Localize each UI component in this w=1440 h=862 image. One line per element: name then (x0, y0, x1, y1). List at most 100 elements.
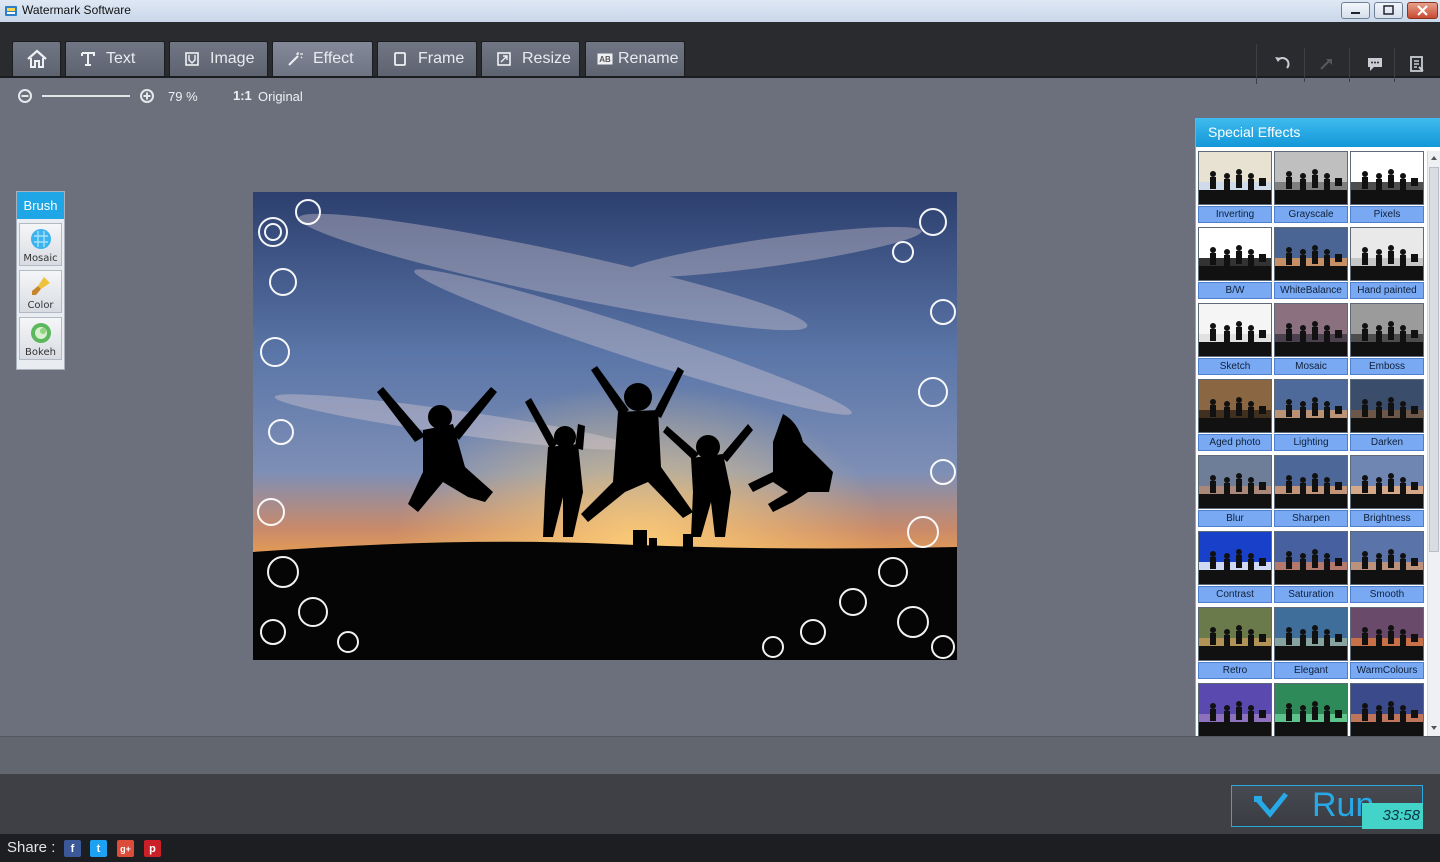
tab-rename[interactable]: AB Rename (585, 41, 685, 76)
app-icon (5, 6, 17, 16)
effect-thumbnail (1198, 607, 1272, 661)
effect-item[interactable] (1274, 683, 1348, 736)
check-icon (1254, 792, 1288, 818)
effect-thumbnail (1198, 455, 1272, 509)
effect-thumbnail (1350, 607, 1424, 661)
magic-wand-icon (288, 52, 303, 66)
effect-item[interactable]: Retro (1198, 607, 1272, 679)
home-icon (26, 49, 47, 68)
twitter-icon[interactable]: t (90, 840, 107, 857)
tab-frame[interactable]: Frame (377, 41, 477, 76)
effect-thumbnail (1198, 303, 1272, 357)
tab-effect[interactable]: Effect (272, 41, 373, 76)
maximize-button[interactable] (1374, 2, 1403, 19)
effect-item[interactable]: Sketch (1198, 303, 1272, 375)
scroll-up-icon (1431, 156, 1437, 160)
effect-item[interactable]: WhiteBalance (1274, 227, 1348, 299)
toolbar-separator (1394, 48, 1395, 82)
menu-button[interactable] (1406, 54, 1428, 74)
brush-mosaic[interactable]: Mosaic (19, 223, 62, 266)
effect-thumbnail (1274, 607, 1348, 661)
brush-color[interactable]: Color (19, 270, 62, 313)
effect-item[interactable]: Grayscale (1274, 151, 1348, 223)
zoom-out-icon (21, 95, 29, 97)
effect-label: Lighting (1274, 434, 1348, 451)
effect-item[interactable]: Brightness (1350, 455, 1424, 527)
brush-color-label: Color (27, 300, 54, 311)
redo-button[interactable] (1315, 54, 1337, 74)
effect-label: Blur (1198, 510, 1272, 527)
effect-thumbnail (1350, 151, 1424, 205)
zoom-out-button[interactable] (18, 89, 32, 103)
effect-label: B/W (1198, 282, 1272, 299)
effect-thumbnail (1274, 455, 1348, 509)
effect-label: Retro (1198, 662, 1272, 679)
effect-item[interactable]: Sharpen (1274, 455, 1348, 527)
effects-scrollbar[interactable] (1427, 151, 1440, 736)
effect-item[interactable]: Contrast (1198, 531, 1272, 603)
title-bar: Watermark Software (0, 0, 1440, 23)
effect-item[interactable]: Aged photo (1198, 379, 1272, 451)
effect-label: Mosaic (1274, 358, 1348, 375)
tab-text-label: Text (106, 50, 136, 67)
effects-grid: Inverting Grayscale Pixels B/W WhiteBalance H… (1198, 151, 1424, 736)
effect-item[interactable]: Elegant (1274, 607, 1348, 679)
toolbar-separator (1304, 48, 1305, 82)
undo-button[interactable] (1271, 54, 1293, 74)
effect-item[interactable]: Saturation (1274, 531, 1348, 603)
redo-icon (1320, 59, 1332, 70)
effect-item[interactable]: Darken (1350, 379, 1424, 451)
resize-icon (497, 52, 511, 66)
effect-item[interactable]: Hand painted (1350, 227, 1424, 299)
effect-thumbnail (1274, 303, 1348, 357)
frame-icon (394, 52, 406, 66)
bokeh-icon (31, 323, 51, 343)
effect-item[interactable]: B/W (1198, 227, 1272, 299)
scrollbar-thumb[interactable] (1429, 167, 1439, 552)
effect-label: Sketch (1198, 358, 1272, 375)
tab-image[interactable]: Image (169, 41, 268, 76)
effect-thumbnail (1198, 531, 1272, 585)
feedback-button[interactable] (1364, 54, 1386, 74)
effect-item[interactable]: Smooth (1350, 531, 1424, 603)
tab-text[interactable]: Text (65, 41, 165, 76)
tab-image-label: Image (210, 50, 255, 67)
zoom-slider[interactable] (42, 95, 130, 97)
effect-item[interactable]: Lighting (1274, 379, 1348, 451)
effect-thumbnail (1350, 227, 1424, 281)
effect-item[interactable]: Pixels (1350, 151, 1424, 223)
effect-item[interactable]: Emboss (1350, 303, 1424, 375)
effect-thumbnail (1350, 379, 1424, 433)
effect-item[interactable]: Blur (1198, 455, 1272, 527)
status-bar: Share : f t g+ p (0, 834, 1440, 862)
google-plus-icon[interactable]: g+ (117, 840, 134, 857)
brush-mosaic-label: Mosaic (23, 253, 58, 264)
tab-home[interactable] (12, 41, 61, 76)
effect-item[interactable] (1350, 683, 1424, 736)
effect-item[interactable] (1198, 683, 1272, 736)
brush-bokeh[interactable]: Bokeh (19, 317, 62, 360)
maximize-icon (1383, 5, 1394, 15)
zoom-in-button[interactable] (140, 89, 154, 103)
tab-resize[interactable]: Resize (481, 41, 580, 76)
brush-panel: Brush Mosaic Color Bokeh (16, 191, 65, 370)
close-button[interactable] (1407, 2, 1438, 19)
minimize-button[interactable] (1341, 2, 1370, 19)
effect-label: WhiteBalance (1274, 282, 1348, 299)
original-size-button[interactable]: Original (258, 89, 303, 104)
effect-label: Inverting (1198, 206, 1272, 223)
effect-label: Pixels (1350, 206, 1424, 223)
effect-label: Hand painted (1350, 282, 1424, 299)
image-canvas[interactable] (253, 192, 957, 660)
zoom-percent: 79 % (168, 89, 198, 104)
effect-item[interactable]: WarmColours (1350, 607, 1424, 679)
actual-size-icon[interactable]: 1:1 (233, 88, 252, 103)
paint-brush-icon (32, 277, 50, 295)
effect-item[interactable]: Inverting (1198, 151, 1272, 223)
effect-label: Smooth (1350, 586, 1424, 603)
pinterest-icon[interactable]: p (144, 840, 161, 857)
effect-item[interactable]: Mosaic (1274, 303, 1348, 375)
effect-label: Grayscale (1274, 206, 1348, 223)
effect-label: Sharpen (1274, 510, 1348, 527)
facebook-icon[interactable]: f (64, 840, 81, 857)
